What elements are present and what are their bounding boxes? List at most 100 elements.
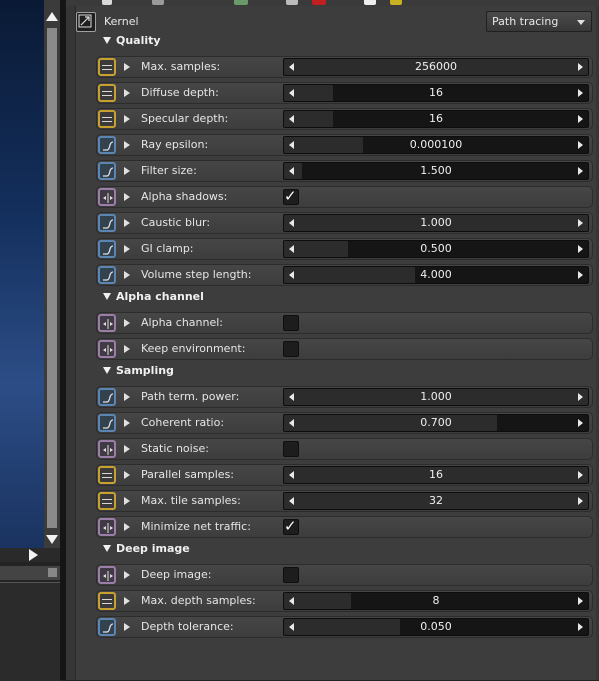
- parameter-slider[interactable]: 4.000: [283, 266, 589, 284]
- expand-arrow-icon[interactable]: [124, 245, 130, 253]
- horizontal-scrollbar[interactable]: [0, 548, 60, 562]
- expand-arrow-icon[interactable]: [124, 63, 130, 71]
- increment-arrow-icon[interactable]: [578, 597, 583, 605]
- expand-arrow-icon[interactable]: [124, 271, 130, 279]
- expand-arrow-icon[interactable]: [124, 219, 130, 227]
- integer-pin-icon[interactable]: [98, 84, 116, 102]
- parameter-slider[interactable]: 0.500: [283, 240, 589, 258]
- expand-arrow-icon[interactable]: [124, 393, 130, 401]
- parameter-slider[interactable]: 1.000: [283, 214, 589, 232]
- expand-arrow-icon[interactable]: [124, 623, 130, 631]
- float-pin-icon[interactable]: [98, 618, 116, 636]
- parameter-checkbox[interactable]: ✓: [283, 517, 299, 535]
- parameter-slider[interactable]: 1.500: [283, 162, 589, 180]
- parameter-slider[interactable]: 256000: [283, 58, 589, 76]
- parameter-slider[interactable]: 16: [283, 110, 589, 128]
- expand-arrow-icon[interactable]: [124, 345, 130, 353]
- parameter-slider[interactable]: 16: [283, 84, 589, 102]
- parameter-slider[interactable]: 8: [283, 592, 589, 610]
- expand-arrow-icon[interactable]: [124, 419, 130, 427]
- expand-arrow-icon[interactable]: [124, 319, 130, 327]
- integer-pin-icon[interactable]: [98, 110, 116, 128]
- expand-arrow-icon[interactable]: [124, 497, 130, 505]
- float-pin-icon[interactable]: [98, 162, 116, 180]
- increment-arrow-icon[interactable]: [578, 89, 583, 97]
- toolbar-icon[interactable]: [312, 0, 326, 5]
- parameter-slider[interactable]: 0.050: [283, 618, 589, 636]
- parameter-checkbox[interactable]: [283, 567, 299, 583]
- increment-arrow-icon[interactable]: [578, 419, 583, 427]
- integer-pin-icon[interactable]: [98, 492, 116, 510]
- section-header[interactable]: Alpha channel: [103, 290, 204, 303]
- expand-arrow-icon[interactable]: [124, 471, 130, 479]
- integer-pin-icon[interactable]: [98, 592, 116, 610]
- expand-arrow-icon[interactable]: [124, 597, 130, 605]
- increment-arrow-icon[interactable]: [578, 471, 583, 479]
- collapse-triangle-icon[interactable]: [103, 367, 111, 374]
- section-header[interactable]: Quality: [103, 34, 161, 47]
- increment-arrow-icon[interactable]: [578, 167, 583, 175]
- float-pin-icon[interactable]: [98, 266, 116, 284]
- integer-pin-icon[interactable]: [98, 58, 116, 76]
- increment-arrow-icon[interactable]: [578, 63, 583, 71]
- bool-pin-icon[interactable]: [98, 440, 116, 458]
- parameter-slider[interactable]: 0.700: [283, 414, 589, 432]
- section-header[interactable]: Deep image: [103, 542, 190, 555]
- parameter-checkbox[interactable]: [283, 441, 299, 457]
- collapse-triangle-icon[interactable]: [103, 545, 111, 552]
- scroll-right-icon[interactable]: [29, 549, 38, 561]
- expand-arrow-icon[interactable]: [124, 167, 130, 175]
- toolbar-icon[interactable]: [234, 0, 248, 5]
- increment-arrow-icon[interactable]: [578, 219, 583, 227]
- toolbar-icon[interactable]: [102, 0, 112, 5]
- toolbar-icon[interactable]: [152, 0, 164, 5]
- increment-arrow-icon[interactable]: [578, 393, 583, 401]
- float-pin-icon[interactable]: [98, 214, 116, 232]
- increment-arrow-icon[interactable]: [578, 271, 583, 279]
- toolbar-icon[interactable]: [286, 0, 298, 5]
- scrollbar-thumb[interactable]: [47, 28, 57, 528]
- increment-arrow-icon[interactable]: [578, 115, 583, 123]
- bool-pin-icon[interactable]: [98, 314, 116, 332]
- parameter-slider[interactable]: 0.000100: [283, 136, 589, 154]
- expand-arrow-icon[interactable]: [124, 115, 130, 123]
- kernel-type-dropdown[interactable]: Path tracing: [486, 11, 592, 32]
- toolbar-icon[interactable]: [390, 0, 402, 5]
- toolbar-icon[interactable]: [364, 0, 376, 5]
- expand-arrow-icon[interactable]: [124, 193, 130, 201]
- increment-arrow-icon[interactable]: [578, 497, 583, 505]
- float-pin-icon[interactable]: [98, 136, 116, 154]
- bool-pin-icon[interactable]: [98, 518, 116, 536]
- parameter-slider[interactable]: 16: [283, 466, 589, 484]
- expand-arrow-icon[interactable]: [124, 445, 130, 453]
- increment-arrow-icon[interactable]: [578, 245, 583, 253]
- parameter-checkbox[interactable]: [283, 315, 299, 331]
- integer-pin-icon[interactable]: [98, 466, 116, 484]
- section-header[interactable]: Sampling: [103, 364, 174, 377]
- expand-arrow-icon[interactable]: [124, 141, 130, 149]
- increment-arrow-icon[interactable]: [578, 623, 583, 631]
- scroll-up-icon[interactable]: [46, 12, 58, 21]
- bool-pin-icon[interactable]: [98, 340, 116, 358]
- parameter-checkbox[interactable]: ✓: [283, 187, 299, 205]
- scroll-knob[interactable]: [48, 568, 57, 577]
- expand-arrow-icon[interactable]: [124, 523, 130, 531]
- collapse-triangle-icon[interactable]: [103, 293, 111, 300]
- lower-scrollbar[interactable]: [0, 566, 60, 580]
- increment-arrow-icon[interactable]: [578, 141, 583, 149]
- float-pin-icon[interactable]: [98, 414, 116, 432]
- vertical-scrollbar[interactable]: [44, 0, 60, 548]
- parameter-row: Specular depth: 16: [96, 108, 593, 130]
- expand-arrow-icon[interactable]: [124, 89, 130, 97]
- render-viewport[interactable]: [0, 0, 44, 548]
- bool-pin-icon[interactable]: [98, 188, 116, 206]
- scroll-down-icon[interactable]: [46, 535, 58, 544]
- float-pin-icon[interactable]: [98, 388, 116, 406]
- parameter-slider[interactable]: 1.000: [283, 388, 589, 406]
- bool-pin-icon[interactable]: [98, 566, 116, 584]
- parameter-slider[interactable]: 32: [283, 492, 589, 510]
- expand-arrow-icon[interactable]: [124, 571, 130, 579]
- collapse-triangle-icon[interactable]: [103, 37, 111, 44]
- parameter-checkbox[interactable]: [283, 341, 299, 357]
- float-pin-icon[interactable]: [98, 240, 116, 258]
